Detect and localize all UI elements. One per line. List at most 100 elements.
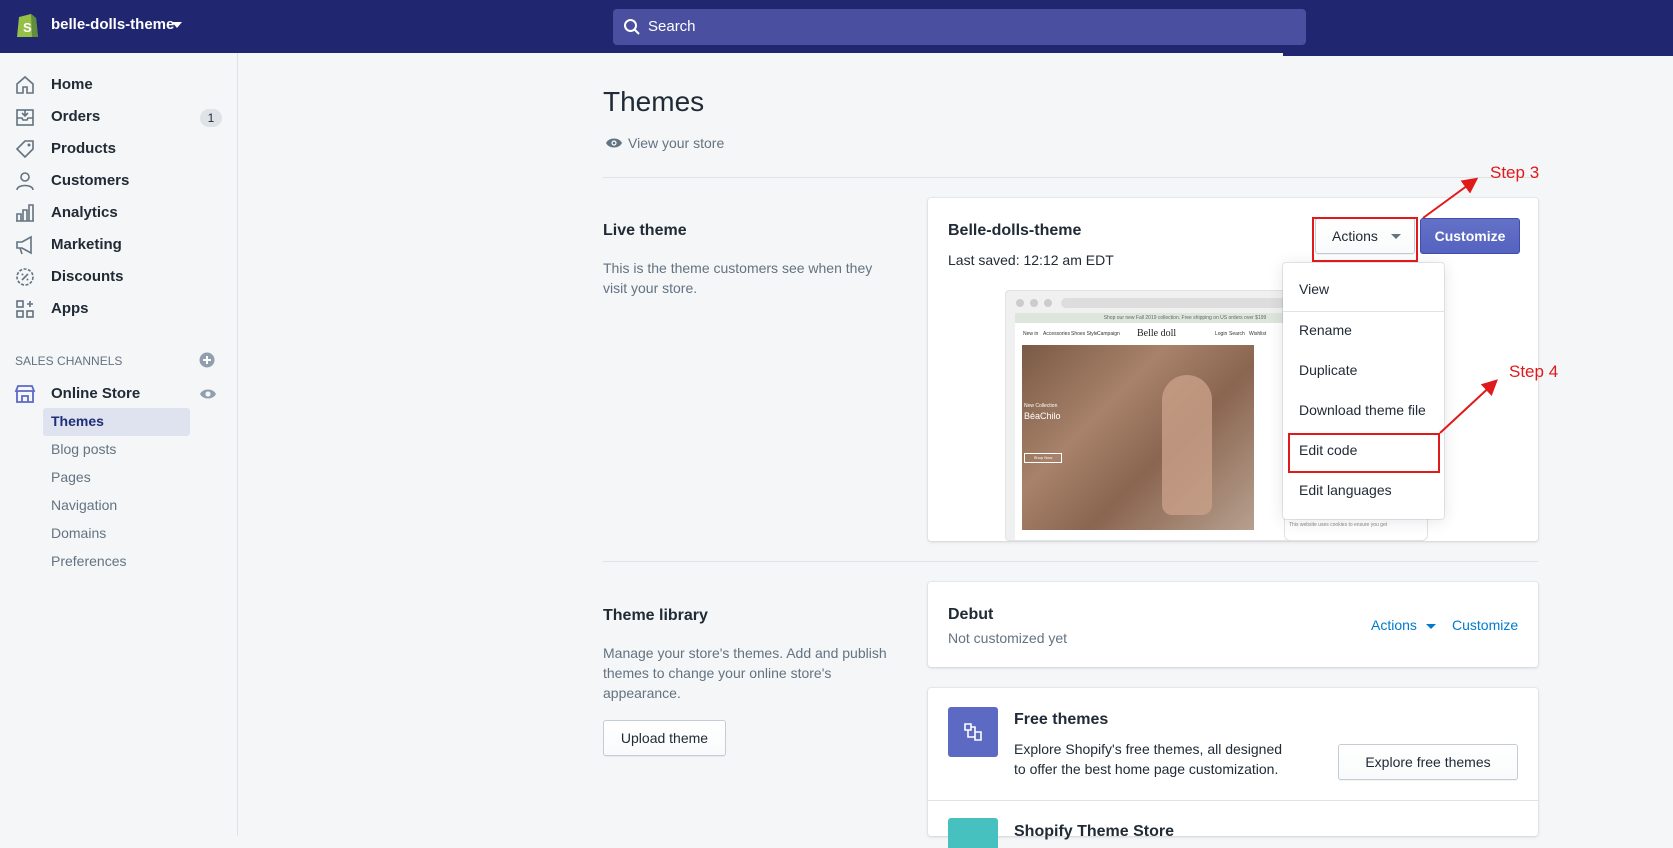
sidebar-item-label: Online Store bbox=[51, 385, 141, 402]
free-themes-card: Free themes Explore Shopify's free theme… bbox=[928, 688, 1538, 848]
sidebar-sub-item-label: Pages bbox=[51, 469, 91, 485]
preview-logo: Belle doll bbox=[1137, 328, 1177, 339]
sidebar-item-apps[interactable]: Apps bbox=[0, 294, 238, 324]
divider bbox=[603, 561, 1538, 562]
sidebar-sub-item-preferences[interactable]: Preferences bbox=[43, 548, 190, 576]
preview-nav-new: New in bbox=[1023, 331, 1039, 337]
upload-theme-button[interactable]: Upload theme bbox=[603, 720, 726, 756]
sidebar-item-customers[interactable]: Customers bbox=[0, 166, 238, 196]
top-bar-extension bbox=[1283, 0, 1673, 56]
debut-actions-label: Actions bbox=[1371, 617, 1417, 633]
menu-item-download-theme-file[interactable]: Download theme file bbox=[1283, 393, 1443, 429]
sidebar-item-label: Marketing bbox=[51, 236, 122, 253]
theme-library-heading: Theme library bbox=[603, 607, 708, 624]
menu-divider bbox=[1283, 311, 1444, 312]
sidebar-sub-item-label: Preferences bbox=[51, 553, 127, 569]
preview-hero-button: Shop Now bbox=[1024, 453, 1062, 463]
person-icon bbox=[16, 172, 34, 191]
live-theme-description: This is the theme customers see when the… bbox=[603, 260, 873, 296]
theme-library-description: Manage your store's themes. Add and publ… bbox=[603, 645, 887, 701]
search-placeholder: Search bbox=[648, 18, 696, 35]
explore-free-themes-button[interactable]: Explore free themes bbox=[1338, 744, 1518, 780]
store-icon bbox=[14, 385, 36, 403]
preview-hero-image: New Collection BéaChilo Shop Now bbox=[1022, 345, 1254, 530]
sales-channels-heading: SALES CHANNELS bbox=[15, 354, 123, 368]
free-themes-icon bbox=[948, 707, 998, 757]
preview-model-shape bbox=[1162, 375, 1212, 515]
sidebar-sub-item-pages[interactable]: Pages bbox=[43, 464, 190, 492]
home-icon bbox=[16, 75, 34, 94]
sidebar-sub-item-label: Themes bbox=[51, 413, 104, 429]
free-themes-description: Explore Shopify's free themes, all desig… bbox=[1014, 741, 1283, 777]
preview-hero-small: New Collection bbox=[1024, 403, 1058, 409]
preview-nav-login: Login bbox=[1215, 331, 1228, 337]
sidebar-sub-item-label: Blog posts bbox=[51, 441, 117, 457]
preview-nav-accessories: Accessories bbox=[1043, 331, 1070, 337]
eye-icon bbox=[606, 138, 622, 148]
sidebar-item-online-store[interactable]: Online Store bbox=[0, 379, 238, 409]
sidebar-item-label: Discounts bbox=[51, 268, 124, 285]
view-store-label: View your store bbox=[628, 135, 725, 151]
sidebar-item-label: Home bbox=[51, 76, 93, 93]
preview-nav-campaign: Campaign bbox=[1097, 331, 1120, 337]
step3-label: Step 3 bbox=[1490, 163, 1540, 182]
store-name[interactable]: belle-dolls-theme bbox=[51, 16, 174, 33]
sidebar-item-label: Products bbox=[51, 140, 117, 157]
bar-chart-icon bbox=[16, 204, 34, 222]
sidebar-sub-item-domains[interactable]: Domains bbox=[43, 520, 190, 548]
menu-item-label: Edit languages bbox=[1299, 482, 1392, 498]
sidebar-item-discounts[interactable]: Discounts bbox=[0, 262, 238, 292]
menu-item-duplicate[interactable]: Duplicate bbox=[1283, 353, 1443, 389]
divider bbox=[928, 800, 1538, 801]
sidebar-sub-item-navigation[interactable]: Navigation bbox=[43, 492, 190, 520]
shopify-logo-icon[interactable]: S bbox=[15, 11, 39, 44]
search-input[interactable]: Search bbox=[613, 9, 1306, 45]
discount-icon bbox=[16, 268, 34, 286]
window-dot bbox=[1044, 299, 1052, 307]
menu-item-edit-languages[interactable]: Edit languages bbox=[1283, 473, 1443, 509]
debut-theme-card: Debut Not customized yet Actions Customi… bbox=[928, 582, 1538, 667]
debut-customize-link[interactable]: Customize bbox=[1452, 617, 1518, 633]
sidebar-sub-item-label: Domains bbox=[51, 525, 107, 541]
sidebar-item-analytics[interactable]: Analytics bbox=[0, 198, 238, 228]
preview-cookie-text: This website uses cookies to ensure you … bbox=[1289, 522, 1388, 528]
window-dot bbox=[1030, 299, 1038, 307]
live-theme-card: Belle-dolls-theme Last saved: 12:12 am E… bbox=[928, 198, 1538, 541]
debut-actions-link[interactable]: Actions bbox=[1371, 617, 1436, 633]
sidebar-item-label: Apps bbox=[51, 300, 89, 317]
caret-down-icon bbox=[1425, 623, 1436, 629]
sidebar-item-label: Customers bbox=[51, 172, 130, 189]
customize-button[interactable]: Customize bbox=[1420, 218, 1520, 254]
sidebar-sub-item-themes[interactable]: Themes bbox=[43, 408, 190, 436]
live-theme-heading: Live theme bbox=[603, 222, 687, 239]
svg-text:S: S bbox=[23, 20, 32, 35]
sidebar-sub-item-blog-posts[interactable]: Blog posts bbox=[43, 436, 190, 464]
preview-nav-wishlist: Wishlist bbox=[1249, 331, 1267, 337]
step3-highlight-box bbox=[1312, 217, 1418, 262]
free-themes-title: Free themes bbox=[1014, 711, 1109, 728]
live-theme-name: Belle-dolls-theme bbox=[948, 222, 1082, 239]
window-dot bbox=[1016, 299, 1024, 307]
menu-item-view[interactable]: View bbox=[1283, 272, 1443, 308]
orders-icon bbox=[16, 109, 34, 126]
preview-nav-shoes: Shoes Style bbox=[1071, 331, 1098, 337]
sidebar-item-orders[interactable]: Orders 1 bbox=[0, 102, 238, 132]
orders-count-badge: 1 bbox=[200, 109, 222, 127]
menu-item-rename[interactable]: Rename bbox=[1283, 313, 1443, 349]
sidebar: Home Orders 1 Products Customers Analyti… bbox=[0, 53, 238, 836]
sidebar-item-marketing[interactable]: Marketing bbox=[0, 230, 238, 260]
sidebar-item-products[interactable]: Products bbox=[0, 134, 238, 164]
divider bbox=[603, 177, 1538, 178]
eye-icon[interactable] bbox=[199, 387, 217, 401]
theme-store-title[interactable]: Shopify Theme Store bbox=[1014, 823, 1174, 841]
actions-dropdown-menu: View Rename Duplicate Download theme fil… bbox=[1283, 263, 1444, 519]
sidebar-item-home[interactable]: Home bbox=[0, 70, 238, 100]
debut-theme-status: Not customized yet bbox=[948, 630, 1068, 646]
add-circle-icon[interactable] bbox=[199, 352, 215, 368]
chevron-down-icon[interactable] bbox=[172, 22, 182, 28]
sidebar-sub-item-label: Navigation bbox=[51, 497, 118, 513]
search-icon bbox=[624, 19, 640, 35]
step4-label: Step 4 bbox=[1509, 362, 1559, 381]
preview-hero-title: BéaChilo bbox=[1024, 411, 1061, 421]
page-title: Themes bbox=[603, 86, 705, 117]
